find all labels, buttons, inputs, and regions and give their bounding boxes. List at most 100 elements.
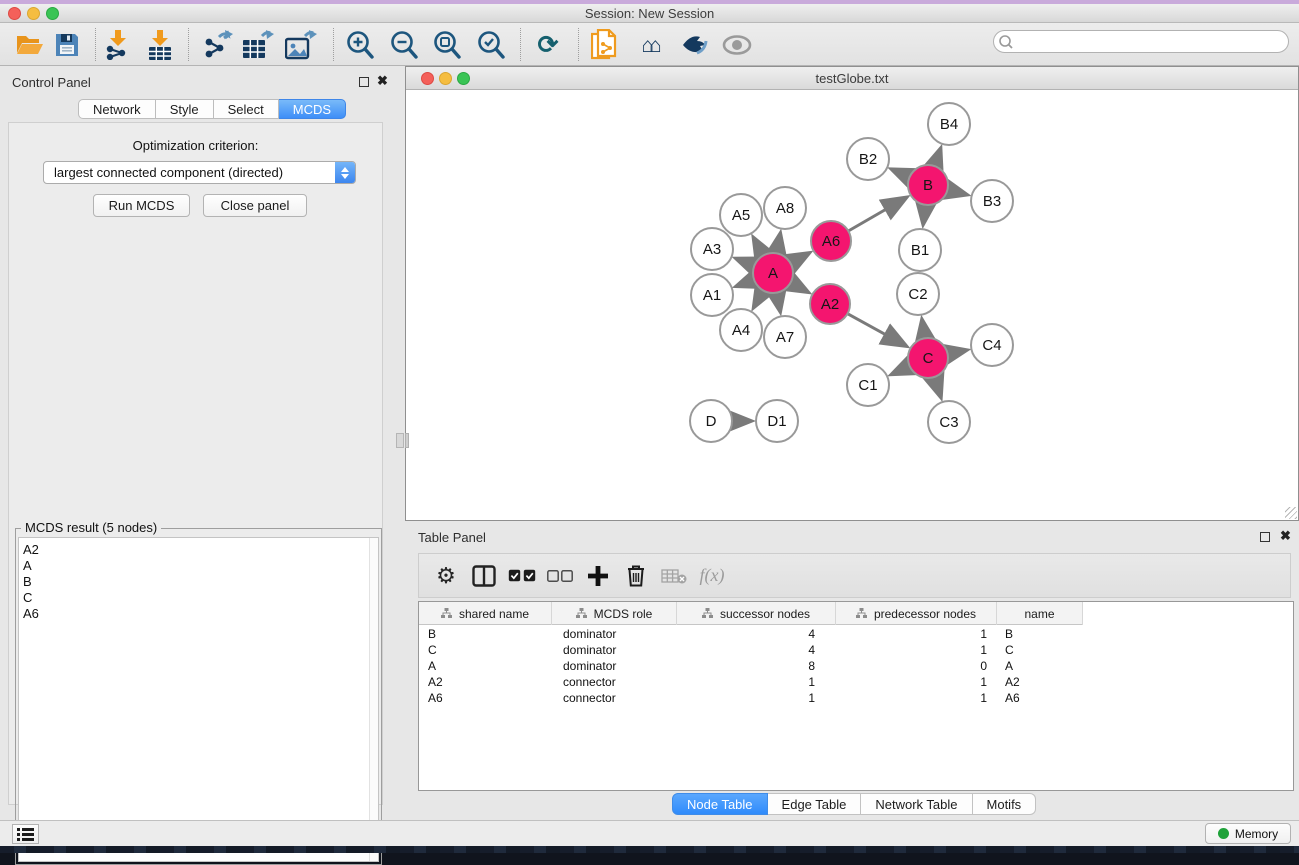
table-row[interactable]: Adominator80A	[419, 658, 1293, 674]
graph-node-B1[interactable]: B1	[899, 229, 941, 271]
select-all-checkboxes-icon[interactable]	[503, 559, 541, 593]
list-scrollbar[interactable]	[369, 538, 378, 861]
zoom-selected-icon[interactable]	[474, 29, 508, 61]
graph-node-C2[interactable]: C2	[897, 273, 939, 315]
tab-style[interactable]: Style	[156, 99, 214, 119]
float-table-panel-icon[interactable]	[1260, 532, 1270, 542]
network-left-grip[interactable]	[405, 433, 409, 448]
tab-mcds[interactable]: MCDS	[279, 99, 346, 119]
graph-node-A[interactable]: A	[753, 253, 793, 293]
graph-node-A1[interactable]: A1	[691, 274, 733, 316]
export-network-icon[interactable]	[201, 29, 235, 61]
graph-edge-B-B3[interactable]	[947, 190, 965, 195]
graph-node-B2[interactable]: B2	[847, 138, 889, 180]
graph-node-C1[interactable]: C1	[847, 364, 889, 406]
zoom-fit-icon[interactable]	[430, 29, 464, 61]
table-row[interactable]: Cdominator41C	[419, 642, 1293, 658]
tab-select[interactable]: Select	[214, 99, 279, 119]
graph-node-C4[interactable]: C4	[971, 324, 1013, 366]
graph-edge-B-B4[interactable]	[935, 150, 941, 167]
table-row[interactable]: A2connector11A2	[419, 674, 1293, 690]
zoom-in-icon[interactable]	[343, 29, 377, 61]
graph-node-A5[interactable]: A5	[720, 194, 762, 236]
float-panel-icon[interactable]	[359, 77, 369, 87]
close-table-panel-icon[interactable]: ✖	[1280, 531, 1291, 541]
network-resize-grip[interactable]	[1285, 507, 1297, 519]
column-header[interactable]: successor nodes	[677, 602, 836, 625]
app-titlebar[interactable]: Session: New Session	[0, 4, 1299, 23]
function-builder-icon[interactable]: f(x)	[693, 559, 731, 593]
graph-node-A7[interactable]: A7	[764, 316, 806, 358]
network-graph[interactable]: AA1A2A3A4A5A6A7A8BB1B2B3B4CC1C2C3C4DD1	[406, 90, 1298, 520]
graph-edge-C-C2[interactable]	[922, 321, 925, 339]
import-table-icon[interactable]	[143, 29, 177, 61]
graph-node-D[interactable]: D	[690, 400, 732, 442]
graph-edge-A-A3[interactable]	[737, 259, 754, 266]
deselect-all-checkboxes-icon[interactable]	[541, 559, 579, 593]
list-item[interactable]: A6	[19, 606, 378, 622]
network-window-titlebar[interactable]: testGlobe.txt	[406, 67, 1298, 90]
tab-node-table[interactable]: Node Table	[672, 793, 768, 815]
column-header[interactable]: predecessor nodes	[836, 602, 997, 625]
export-table-icon[interactable]	[241, 29, 275, 61]
save-session-icon[interactable]	[50, 29, 84, 61]
memory-button[interactable]: Memory	[1205, 823, 1291, 844]
graph-node-A2[interactable]: A2	[810, 284, 850, 324]
graph-node-C3[interactable]: C3	[928, 401, 970, 443]
tab-network-table[interactable]: Network Table	[861, 793, 972, 815]
graph-edge-A-A1[interactable]	[737, 280, 754, 286]
graph-node-A8[interactable]: A8	[764, 187, 806, 229]
zoom-out-icon[interactable]	[387, 29, 421, 61]
delete-column-icon[interactable]	[617, 559, 655, 593]
graph-edge-A-A4[interactable]	[754, 290, 763, 306]
optimization-criterion-select[interactable]: largest connected component (directed)	[43, 161, 356, 184]
graph-node-B[interactable]: B	[908, 165, 948, 205]
graph-edge-B-B2[interactable]	[893, 170, 910, 177]
graph-edge-C-C4[interactable]	[948, 350, 966, 354]
import-network-icon[interactable]	[101, 29, 135, 61]
export-image-icon[interactable]	[284, 29, 318, 61]
search-input[interactable]	[1018, 35, 1288, 49]
gear-icon[interactable]: ⚙	[427, 559, 465, 593]
graph-node-A3[interactable]: A3	[691, 228, 733, 270]
column-header[interactable]: MCDS role	[552, 602, 677, 625]
tab-motifs[interactable]: Motifs	[973, 793, 1037, 815]
close-panel-button[interactable]: Close panel	[203, 194, 307, 217]
column-header[interactable]: shared name	[419, 602, 552, 625]
graph-edge-A6-B[interactable]	[848, 198, 905, 231]
list-item[interactable]: C	[19, 590, 378, 606]
graph-node-D1[interactable]: D1	[756, 400, 798, 442]
column-header[interactable]: name	[997, 602, 1083, 625]
run-mcds-button[interactable]: Run MCDS	[93, 194, 190, 217]
delete-table-icon[interactable]	[655, 559, 693, 593]
refresh-layout-icon[interactable]: ⟳	[531, 29, 565, 61]
close-panel-icon[interactable]: ✖	[377, 76, 388, 86]
task-history-button[interactable]	[12, 824, 39, 844]
add-column-icon[interactable]	[579, 559, 617, 593]
graph-edge-A-A5[interactable]	[754, 239, 763, 256]
graph-node-A4[interactable]: A4	[720, 309, 762, 351]
table-row[interactable]: Bdominator41B	[419, 626, 1293, 642]
graph-node-C[interactable]: C	[908, 338, 948, 378]
split-columns-icon[interactable]	[465, 559, 503, 593]
duplicate-network-icon[interactable]	[588, 29, 622, 61]
show-all-icon[interactable]	[720, 29, 754, 61]
list-item[interactable]: A2	[19, 542, 378, 558]
tab-edge-table[interactable]: Edge Table	[768, 793, 862, 815]
first-neighbors-icon[interactable]: ⌂⌂	[632, 29, 666, 61]
list-item[interactable]: A	[19, 558, 378, 574]
list-item[interactable]: B	[19, 574, 378, 590]
graph-edge-A2-C[interactable]	[848, 314, 906, 346]
graph-edge-B-B1[interactable]	[923, 205, 925, 223]
graph-edge-A-A2[interactable]	[791, 283, 808, 292]
split-pane-grip[interactable]	[396, 433, 404, 448]
search-box[interactable]	[993, 30, 1289, 53]
graph-edge-C-C1[interactable]	[893, 366, 910, 374]
graph-node-B3[interactable]: B3	[971, 180, 1013, 222]
open-session-icon[interactable]	[13, 29, 47, 61]
tab-network[interactable]: Network	[78, 99, 156, 119]
graph-edge-A-A8[interactable]	[777, 235, 780, 254]
graph-edge-C-C3[interactable]	[934, 377, 940, 396]
graph-edge-A-A6[interactable]	[791, 254, 809, 264]
network-canvas[interactable]: AA1A2A3A4A5A6A7A8BB1B2B3B4CC1C2C3C4DD1	[406, 90, 1298, 520]
